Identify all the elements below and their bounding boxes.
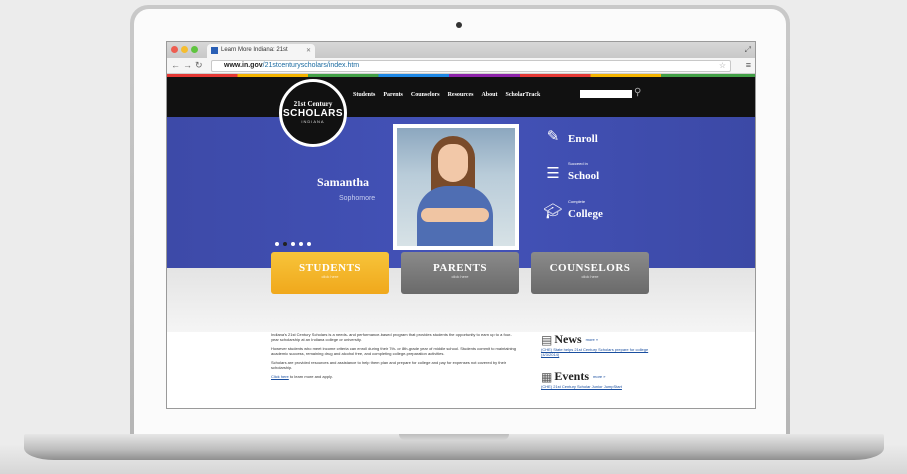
camera-icon <box>456 22 462 28</box>
website: 21st Century SCHOLARS INDIANA Students P… <box>167 77 755 408</box>
tab-title: Learn More Indiana: 21st <box>221 47 288 53</box>
browser-menu-icon[interactable]: ≡ <box>746 60 751 70</box>
events-heading: Events <box>554 369 590 383</box>
hero-photo <box>393 124 519 250</box>
news-item-link[interactable]: (CHE) State helps 21st Century Scholars … <box>541 347 661 357</box>
news-block: ▤ News more » (CHE) State helps 21st Cen… <box>541 332 661 357</box>
hero-name: Samantha <box>317 175 370 189</box>
site-logo[interactable]: 21st Century SCHOLARS INDIANA <box>279 79 347 147</box>
laptop-screen: Learn More Indiana: 21st ✕ ⤢ ← → ↻ www.i… <box>166 41 756 409</box>
students-button[interactable]: STUDENTS click here <box>271 252 389 294</box>
search-icon[interactable]: ⚲ <box>634 87 641 98</box>
enroll-link[interactable]: ✎ Enroll <box>542 127 598 147</box>
close-tab-icon[interactable]: ✕ <box>306 47 311 54</box>
carousel-dots <box>275 242 311 246</box>
enroll-label: Enroll <box>568 133 598 145</box>
intro-paragraph: Scholars are provided resources and assi… <box>271 360 507 370</box>
news-more-link[interactable]: more » <box>586 337 598 342</box>
nav-resources[interactable]: Resources <box>448 92 474 98</box>
maximize-window-button[interactable] <box>191 46 198 53</box>
audience-band: STUDENTS click here PARENTS click here C… <box>167 252 755 332</box>
fullscreen-icon[interactable]: ⤢ <box>745 45 751 55</box>
books-icon: ☰ <box>546 165 560 182</box>
calendar-icon: ▦ <box>541 369 553 384</box>
carousel-dot[interactable] <box>283 242 287 246</box>
hero-banner: Samantha Sophomore ✎ Enroll ☰ Succeed in… <box>167 117 755 268</box>
events-item-link[interactable]: (CHE) 21st Century Scholar Junior JumpSt… <box>541 384 661 389</box>
logo-line2: SCHOLARS <box>282 108 344 119</box>
intro-paragraph: Indiana's 21st Century Scholars is a nee… <box>271 332 512 342</box>
complete-college-link[interactable]: 🎓︎ Complete College <box>542 199 603 222</box>
browser-tabbar: Learn More Indiana: 21st ✕ ⤢ <box>167 42 755 58</box>
events-block: ▦ Events more » (CHE) 21st Century Schol… <box>541 369 661 389</box>
site-header: 21st Century SCHOLARS INDIANA Students P… <box>167 77 755 147</box>
address-bar[interactable]: www.in.gov/21stcenturyscholars/index.htm… <box>211 60 731 72</box>
carousel-dot[interactable] <box>307 242 311 246</box>
window-controls <box>171 46 198 53</box>
reload-icon[interactable]: ↻ <box>195 60 203 71</box>
succeed-in-school-link[interactable]: ☰ Succeed in School <box>542 161 599 184</box>
favicon-icon <box>211 47 218 54</box>
url-domain: www.in.gov <box>224 62 263 69</box>
browser-tab[interactable]: Learn More Indiana: 21st ✕ <box>207 44 315 58</box>
nav-parents[interactable]: Parents <box>383 92 403 98</box>
laptop-notch <box>399 434 509 440</box>
college-label: College <box>568 208 603 220</box>
graduation-cap-icon: 🎓︎ <box>543 203 563 220</box>
counselors-button[interactable]: COUNSELORS click here <box>531 252 649 294</box>
search-input[interactable] <box>580 90 632 98</box>
carousel-dot[interactable] <box>299 242 303 246</box>
nav-scholartrack[interactable]: ScholarTrack <box>505 92 540 98</box>
hero-grade: Sophomore <box>339 195 376 202</box>
main-content: Indiana's 21st Century Scholars is a nee… <box>167 332 755 408</box>
learn-more-link[interactable]: Click here <box>271 374 289 379</box>
school-label: School <box>568 170 600 182</box>
parents-button[interactable]: PARENTS click here <box>401 252 519 294</box>
nav-counselors[interactable]: Counselors <box>411 92 440 98</box>
logo-line3: INDIANA <box>301 119 325 124</box>
back-icon[interactable]: ← <box>171 60 180 70</box>
carousel-dot[interactable] <box>275 242 279 246</box>
pencil-icon: ✎ <box>546 128 560 145</box>
sidebar: ▤ News more » (CHE) State helps 21st Cen… <box>541 332 661 401</box>
browser-toolbar: ← → ↻ www.in.gov/21stcenturyscholars/ind… <box>167 58 755 74</box>
main-nav: Students Parents Counselors Resources Ab… <box>353 92 540 98</box>
nav-students[interactable]: Students <box>353 92 375 98</box>
logo-line1: 21st Century <box>293 100 333 108</box>
minimize-window-button[interactable] <box>181 46 188 53</box>
close-window-button[interactable] <box>171 46 178 53</box>
carousel-dot[interactable] <box>291 242 295 246</box>
url-path: /21stcenturyscholars/index.htm <box>262 62 360 69</box>
news-heading: News <box>554 332 582 346</box>
nav-about[interactable]: About <box>481 92 497 98</box>
bookmark-star-icon[interactable]: ☆ <box>719 61 726 70</box>
intro-paragraph: However students who meet income criteri… <box>271 346 517 356</box>
events-more-link[interactable]: more » <box>593 374 605 379</box>
intro-text: Indiana's 21st Century Scholars is a nee… <box>271 332 517 379</box>
forward-icon[interactable]: → <box>183 60 192 70</box>
document-icon: ▤ <box>541 332 553 347</box>
